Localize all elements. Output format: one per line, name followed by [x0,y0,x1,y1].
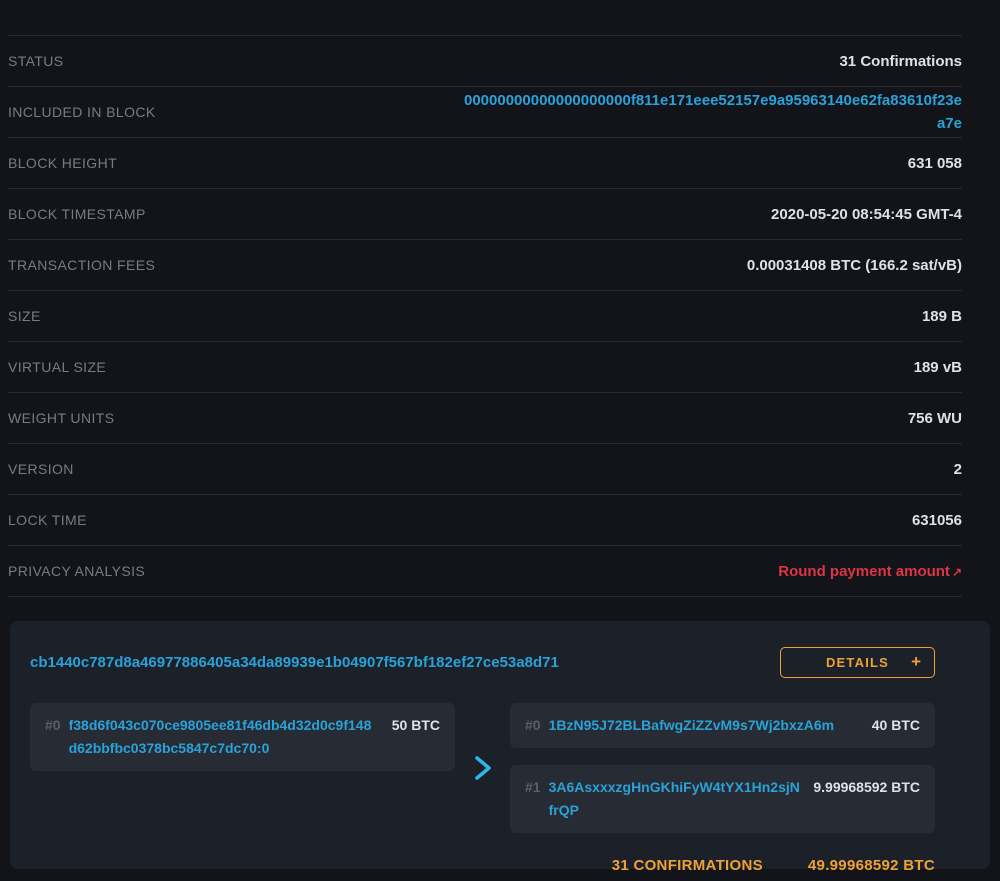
output-row: #1 3A6AsxxxzgHnGKhiFyW4tYX1Hn2sjNfrQP 9.… [510,765,935,833]
detail-row-status: STATUS 31 Confirmations [8,35,962,86]
flow-arrow-zone [455,703,510,833]
detail-row-included-in-block: INCLUDED IN BLOCK 00000000000000000000f8… [8,86,962,137]
status-value: 31 Confirmations [839,53,962,70]
transaction-id-link[interactable]: cb1440c787d8a46977886405a34da89939e1b049… [30,654,559,671]
detail-row-lock-time: LOCK TIME 631056 [8,494,962,545]
row-label: LOCK TIME [8,512,87,528]
detail-row-weight-units: WEIGHT UNITS 756 WU [8,392,962,443]
detail-row-transaction-fees: TRANSACTION FEES 0.00031408 BTC (166.2 s… [8,239,962,290]
transaction-card-footer: 31 CONFIRMATIONS 49.99968592 BTC [30,857,935,874]
virtual-size-value: 189 vB [914,359,962,376]
output-amount: 40 BTC [872,714,920,737]
row-label: STATUS [8,53,64,69]
block-hash-link[interactable]: 00000000000000000000f811e171eee52157e9a9… [462,89,962,135]
input-outpoint-link[interactable]: f38d6f043c070ce9805ee81f46db4d32d0c9f148… [69,714,380,760]
size-value: 189 B [922,308,962,325]
lock-time-value: 631056 [912,512,962,529]
outputs-column: #0 1BzN95J72BLBafwgZiZZvM9s7Wj2bxzA6m 40… [510,703,935,833]
confirmations-badge: 31 CONFIRMATIONS [612,857,763,874]
detail-row-version: VERSION 2 [8,443,962,494]
output-row: #0 1BzN95J72BLBafwgZiZZvM9s7Wj2bxzA6m 40… [510,703,935,748]
input-row: #0 f38d6f043c070ce9805ee81f46db4d32d0c9f… [30,703,455,771]
input-amount: 50 BTC [392,714,440,737]
inputs-column: #0 f38d6f043c070ce9805ee81f46db4d32d0c9f… [30,703,455,833]
transaction-fees-value: 0.00031408 BTC (166.2 sat/vB) [747,257,962,274]
transaction-details-table: STATUS 31 Confirmations INCLUDED IN BLOC… [8,0,962,597]
row-label: BLOCK HEIGHT [8,155,117,171]
output-address-link[interactable]: 1BzN95J72BLBafwgZiZZvM9s7Wj2bxzA6m [549,714,860,737]
detail-row-size: SIZE 189 B [8,290,962,341]
row-label: SIZE [8,308,41,324]
transaction-card: cb1440c787d8a46977886405a34da89939e1b049… [10,621,990,869]
output-index: #0 [525,714,541,737]
detail-row-privacy-analysis: PRIVACY ANALYSIS Round payment amount↗ [8,545,962,597]
version-value: 2 [954,461,962,478]
total-output-amount: 49.99968592 BTC [808,857,935,874]
privacy-analysis-label: Round payment amount [778,563,950,580]
weight-units-value: 756 WU [908,410,962,427]
output-index: #1 [525,776,541,799]
row-label: TRANSACTION FEES [8,257,155,273]
plus-icon: + [911,652,921,672]
detail-row-block-height: BLOCK HEIGHT 631 058 [8,137,962,188]
row-label: BLOCK TIMESTAMP [8,206,146,222]
details-button[interactable]: DETAILS + [780,647,935,678]
row-label: VERSION [8,461,74,477]
row-label: INCLUDED IN BLOCK [8,104,156,120]
detail-row-block-timestamp: BLOCK TIMESTAMP 2020-05-20 08:54:45 GMT-… [8,188,962,239]
output-amount: 9.99968592 BTC [813,776,920,799]
row-label: VIRTUAL SIZE [8,359,106,375]
row-label: PRIVACY ANALYSIS [8,563,145,579]
privacy-analysis-link[interactable]: Round payment amount↗ [778,563,962,580]
input-index: #0 [45,714,61,737]
details-button-label: DETAILS [826,655,889,670]
external-link-icon: ↗ [952,565,962,579]
block-height-value: 631 058 [908,155,962,172]
block-timestamp-value: 2020-05-20 08:54:45 GMT-4 [771,206,962,223]
detail-row-virtual-size: VIRTUAL SIZE 189 vB [8,341,962,392]
chevron-right-icon [473,754,493,782]
inputs-outputs-flow: #0 f38d6f043c070ce9805ee81f46db4d32d0c9f… [30,703,935,833]
output-address-link[interactable]: 3A6AsxxxzgHnGKhiFyW4tYX1Hn2sjNfrQP [549,776,802,822]
transaction-card-header: cb1440c787d8a46977886405a34da89939e1b049… [30,646,935,678]
row-label: WEIGHT UNITS [8,410,114,426]
